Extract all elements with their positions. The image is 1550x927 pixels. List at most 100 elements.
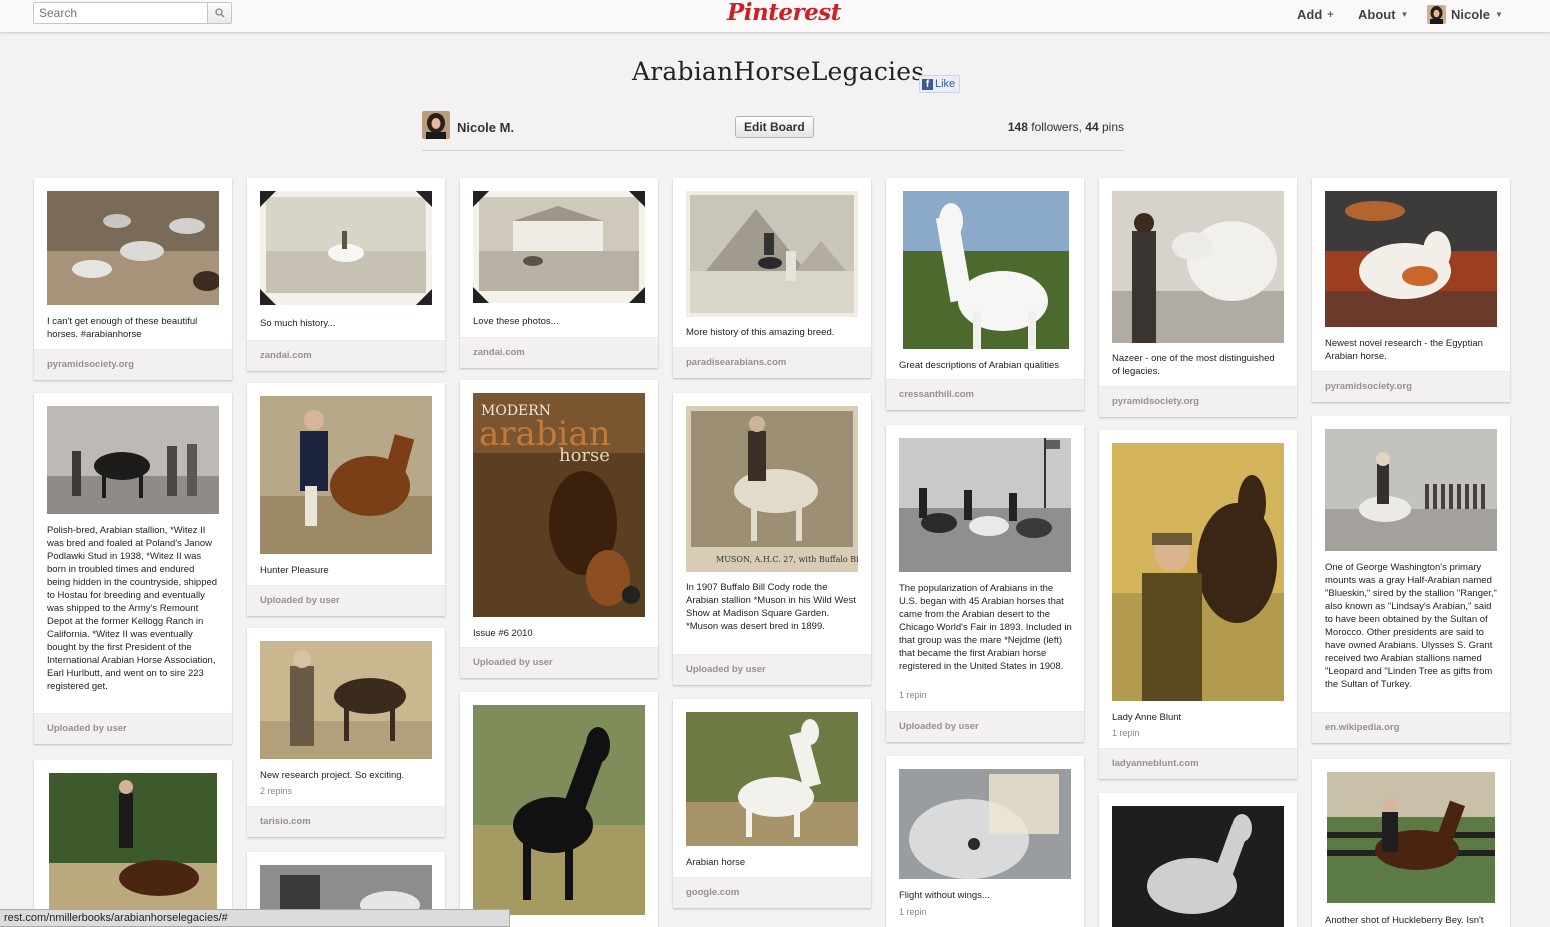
pin-repin-count[interactable]: 1 repin	[899, 690, 927, 700]
pin-description: Great descriptions of Arabian qualities	[899, 360, 1060, 371]
pin-description: Love these photos...	[473, 316, 559, 327]
pin-footer: pyramidsociety.org	[1099, 386, 1297, 417]
facebook-icon: f	[922, 78, 933, 90]
pinterest-logo[interactable]: Pinterest	[727, 0, 841, 26]
pin-source[interactable]: Uploaded by user	[899, 721, 979, 732]
pin-source[interactable]: tarisio.com	[260, 816, 311, 827]
pin-card[interactable]: Newest novel research - the Egyptian Ara…	[1312, 178, 1510, 402]
pin-image[interactable]	[47, 406, 219, 514]
pin-source[interactable]: zandai.com	[473, 347, 525, 358]
pin-image[interactable]	[260, 641, 432, 759]
pin-source[interactable]: pyramidsociety.org	[47, 359, 134, 370]
pin-image[interactable]	[1112, 806, 1284, 927]
pin-card[interactable]: I can't get enough of these beautiful ho…	[34, 178, 232, 380]
pin-card[interactable]: MUSON, A.H.C. 27, with Buffalo Bill In 1…	[673, 393, 871, 685]
pin-card[interactable]: One of George Washington's primary mount…	[1312, 416, 1510, 743]
board-title: ArabianHorseLegacies	[632, 57, 925, 86]
pin-description: The popularization of Arabians in the U.…	[899, 583, 1072, 672]
user-menu[interactable]: Nicole ▼	[1427, 5, 1503, 24]
board-meta-bar: Nicole M. Edit Board 148 followers, 44 p…	[422, 108, 1124, 151]
facebook-like-button[interactable]: f Like	[919, 75, 961, 93]
pin-source[interactable]: google.com	[686, 887, 739, 898]
pin-image[interactable]	[899, 438, 1071, 572]
pin-repin-count[interactable]: 1 repin	[1112, 728, 1140, 738]
pin-image[interactable]	[1112, 191, 1284, 343]
pin-repin-count[interactable]: 1 repin	[899, 907, 927, 917]
pin-card[interactable]: Another shot of Huckleberry Bey. Isn't	[1312, 759, 1510, 927]
pin-image[interactable]	[903, 191, 1069, 349]
pin-card[interactable]: New research project. So exciting. 2 rep…	[247, 628, 445, 837]
owner-avatar[interactable]	[422, 111, 450, 139]
pin-card[interactable]: Arabian horse google.com	[673, 699, 871, 908]
owner-name-link[interactable]: Nicole M.	[457, 120, 514, 135]
pin-source[interactable]: paradisearabians.com	[686, 357, 786, 368]
pin-image[interactable]	[473, 191, 645, 303]
pin-image[interactable]	[473, 705, 645, 915]
pin-card[interactable]	[1099, 793, 1297, 927]
pin-source[interactable]: pyramidsociety.org	[1112, 396, 1199, 407]
pin-card[interactable]: Polish-bred, Arabian stallion, *Witez II…	[34, 393, 232, 744]
pin-card[interactable]: So much history... zandai.com	[247, 178, 445, 371]
pin-footer: zandai.com	[247, 340, 445, 371]
pin-source[interactable]: en.wikipedia.org	[1325, 722, 1399, 733]
pin-footer: Uploaded by user	[34, 713, 232, 744]
pin-image[interactable]	[1112, 443, 1284, 701]
pin-card[interactable]: More history of this amazing breed. para…	[673, 178, 871, 378]
pin-image[interactable]	[47, 191, 219, 305]
pin-description: Flight without wings...	[899, 890, 990, 901]
pin-image[interactable]	[49, 773, 217, 927]
search-form	[33, 2, 232, 24]
pin-image[interactable]	[260, 396, 432, 554]
pin-card[interactable]	[34, 760, 232, 927]
search-input[interactable]	[33, 2, 207, 24]
svg-text:MUSON, A.H.C. 27, with Buffalo: MUSON, A.H.C. 27, with Buffalo Bill	[716, 555, 858, 564]
pin-description: New research project. So exciting.	[260, 770, 405, 781]
pin-card[interactable]: Flight without wings... 1 repin	[886, 756, 1084, 927]
pin-image[interactable]: MUSON, A.H.C. 27, with Buffalo Bill	[686, 406, 858, 572]
pin-card[interactable]: MODERN arabian horse Issue #6 2010 Uploade…	[460, 380, 658, 678]
pin-footer: zandai.com	[460, 337, 658, 368]
pin-card[interactable]: The popularization of Arabians in the U.…	[886, 425, 1084, 742]
pin-image[interactable]	[686, 712, 858, 846]
pin-image[interactable]	[260, 191, 432, 305]
followers-label[interactable]: followers,	[1031, 120, 1082, 134]
pin-source[interactable]: Uploaded by user	[47, 723, 127, 734]
pin-source[interactable]: pyramidsociety.org	[1325, 381, 1412, 392]
pin-repin-count[interactable]: 2 repins	[260, 786, 292, 796]
pin-image[interactable]	[1327, 772, 1495, 903]
status-url: rest.com/nmillerbooks/arabianhorselegaci…	[4, 912, 228, 924]
pin-source[interactable]: Uploaded by user	[473, 657, 553, 668]
pin-image[interactable]	[686, 191, 858, 317]
pin-card[interactable]: Lady Anne Blunt 1 repin ladyanneblunt.co…	[1099, 430, 1297, 779]
pin-source[interactable]: Uploaded by user	[260, 595, 340, 606]
user-avatar	[1427, 5, 1446, 24]
browser-status-bar: rest.com/nmillerbooks/arabianhorselegaci…	[0, 909, 510, 927]
pin-card[interactable]: Hunter Pleasure Uploaded by user	[247, 383, 445, 616]
pin-image[interactable]	[1325, 191, 1497, 327]
pin-card[interactable]: Love these photos... zandai.com	[460, 178, 658, 368]
edit-board-button[interactable]: Edit Board	[735, 116, 814, 138]
pin-image[interactable]: MODERN arabian horse	[473, 393, 645, 617]
pins-count: 44	[1085, 120, 1099, 134]
pin-description: Nazeer - one of the most distinguished o…	[1112, 353, 1275, 377]
pin-description: One of George Washington's primary mount…	[1325, 562, 1497, 690]
pin-source[interactable]: Uploaded by user	[686, 664, 766, 675]
pin-footer: Uploaded by user	[886, 711, 1084, 742]
followers-count[interactable]: 148	[1008, 120, 1028, 134]
pin-card[interactable]	[460, 692, 658, 927]
add-menu[interactable]: Add +	[1297, 7, 1334, 22]
search-button[interactable]	[207, 2, 232, 24]
pin-card[interactable]: Nazeer - one of the most distinguished o…	[1099, 178, 1297, 417]
about-menu[interactable]: About ▼	[1358, 7, 1408, 22]
pin-source[interactable]: zandai.com	[260, 350, 312, 361]
pin-footer: en.wikipedia.org	[1312, 712, 1510, 743]
pin-description: Another shot of Huckleberry Bey. Isn't	[1325, 915, 1484, 926]
chevron-down-icon: ▼	[1400, 10, 1409, 19]
pin-source[interactable]: cressanthill.com	[899, 389, 974, 400]
pin-image[interactable]	[899, 769, 1071, 879]
pin-source[interactable]: ladyanneblunt.com	[1112, 758, 1199, 769]
pin-image[interactable]	[1325, 429, 1497, 551]
pin-card[interactable]: Great descriptions of Arabian qualities …	[886, 178, 1084, 410]
chevron-down-icon: ▼	[1495, 10, 1503, 19]
pins-label: pins	[1101, 120, 1124, 134]
